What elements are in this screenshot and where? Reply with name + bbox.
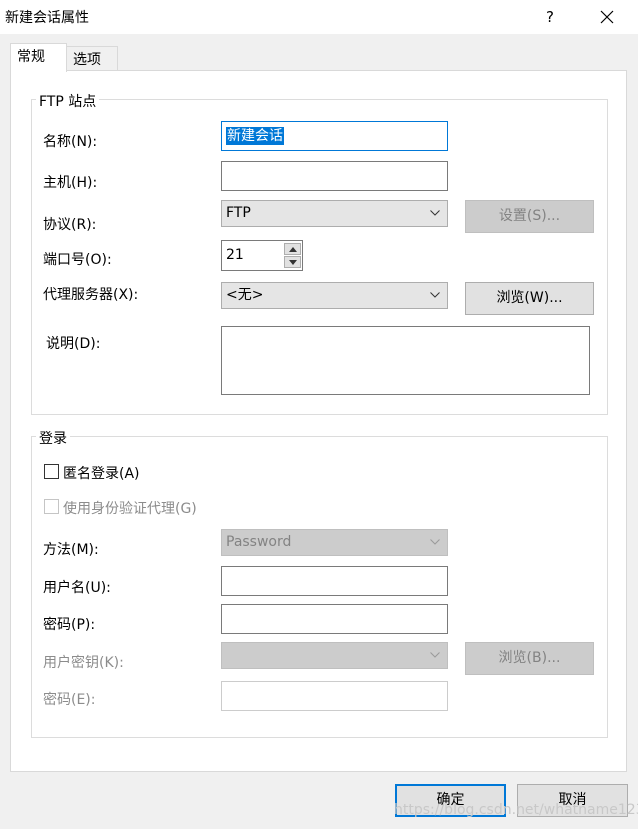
protocol-select[interactable]: FTP [221, 200, 448, 227]
port-decrement-button[interactable] [284, 256, 301, 268]
arrow-up-icon [289, 247, 297, 252]
chevron-down-icon [430, 652, 440, 658]
method-select-value: Password [226, 534, 292, 550]
password-label: 密码(P): [43, 617, 96, 633]
username-input[interactable] [221, 566, 448, 596]
auth-agent-label[interactable]: 使用身份验证代理(G) [63, 498, 197, 518]
proxy-browse-button[interactable]: 浏览(W)... [465, 282, 594, 315]
port-spinner[interactable]: 21 [221, 240, 303, 271]
user-key-browse-button[interactable]: 浏览(B)... [465, 642, 594, 675]
ftp-site-legend: FTP 站点 [36, 91, 100, 111]
password-input[interactable] [221, 604, 448, 634]
user-key-select[interactable] [221, 642, 448, 669]
anonymous-login-label[interactable]: 匿名登录(A) [63, 463, 140, 483]
name-label: 名称(N): [43, 134, 98, 150]
host-input[interactable] [221, 161, 448, 191]
anonymous-login-checkbox[interactable] [44, 464, 59, 479]
watermark: https://blog.csdn.net/whatname123 [394, 802, 638, 818]
description-textarea[interactable] [221, 326, 590, 395]
passphrase-input[interactable] [221, 681, 448, 711]
tab-general[interactable]: 常规 [10, 43, 67, 72]
username-label: 用户名(U): [43, 580, 111, 596]
chevron-down-icon [430, 539, 440, 545]
arrow-down-icon [289, 260, 297, 265]
settings-button[interactable]: 设置(S)... [465, 200, 594, 233]
name-input-value: 新建会话 [226, 127, 284, 145]
close-button[interactable] [588, 2, 626, 32]
proxy-select[interactable]: <无> [221, 282, 448, 309]
description-label: 说明(D): [46, 336, 101, 352]
protocol-select-value: FTP [226, 205, 251, 221]
close-icon [600, 10, 614, 24]
port-label: 端口号(O): [43, 252, 112, 268]
proxy-label: 代理服务器(X): [43, 287, 139, 303]
name-input[interactable]: 新建会话 [221, 121, 448, 151]
tab-options[interactable]: 选项 [66, 46, 118, 72]
help-button[interactable]: ? [531, 2, 569, 32]
proxy-select-value: <无> [226, 287, 264, 303]
protocol-label: 协议(R): [43, 217, 97, 233]
port-value: 21 [226, 247, 244, 263]
port-increment-button[interactable] [284, 243, 301, 255]
chevron-down-icon [430, 292, 440, 298]
window-title: 新建会话属性 [5, 10, 89, 26]
method-select[interactable]: Password [221, 529, 448, 556]
host-label: 主机(H): [43, 175, 98, 191]
user-key-label: 用户密钥(K): [43, 655, 124, 671]
login-legend: 登录 [36, 428, 70, 448]
passphrase-label: 密码(E): [43, 692, 96, 708]
method-label: 方法(M): [43, 542, 99, 558]
chevron-down-icon [430, 210, 440, 216]
auth-agent-checkbox[interactable] [44, 499, 59, 514]
